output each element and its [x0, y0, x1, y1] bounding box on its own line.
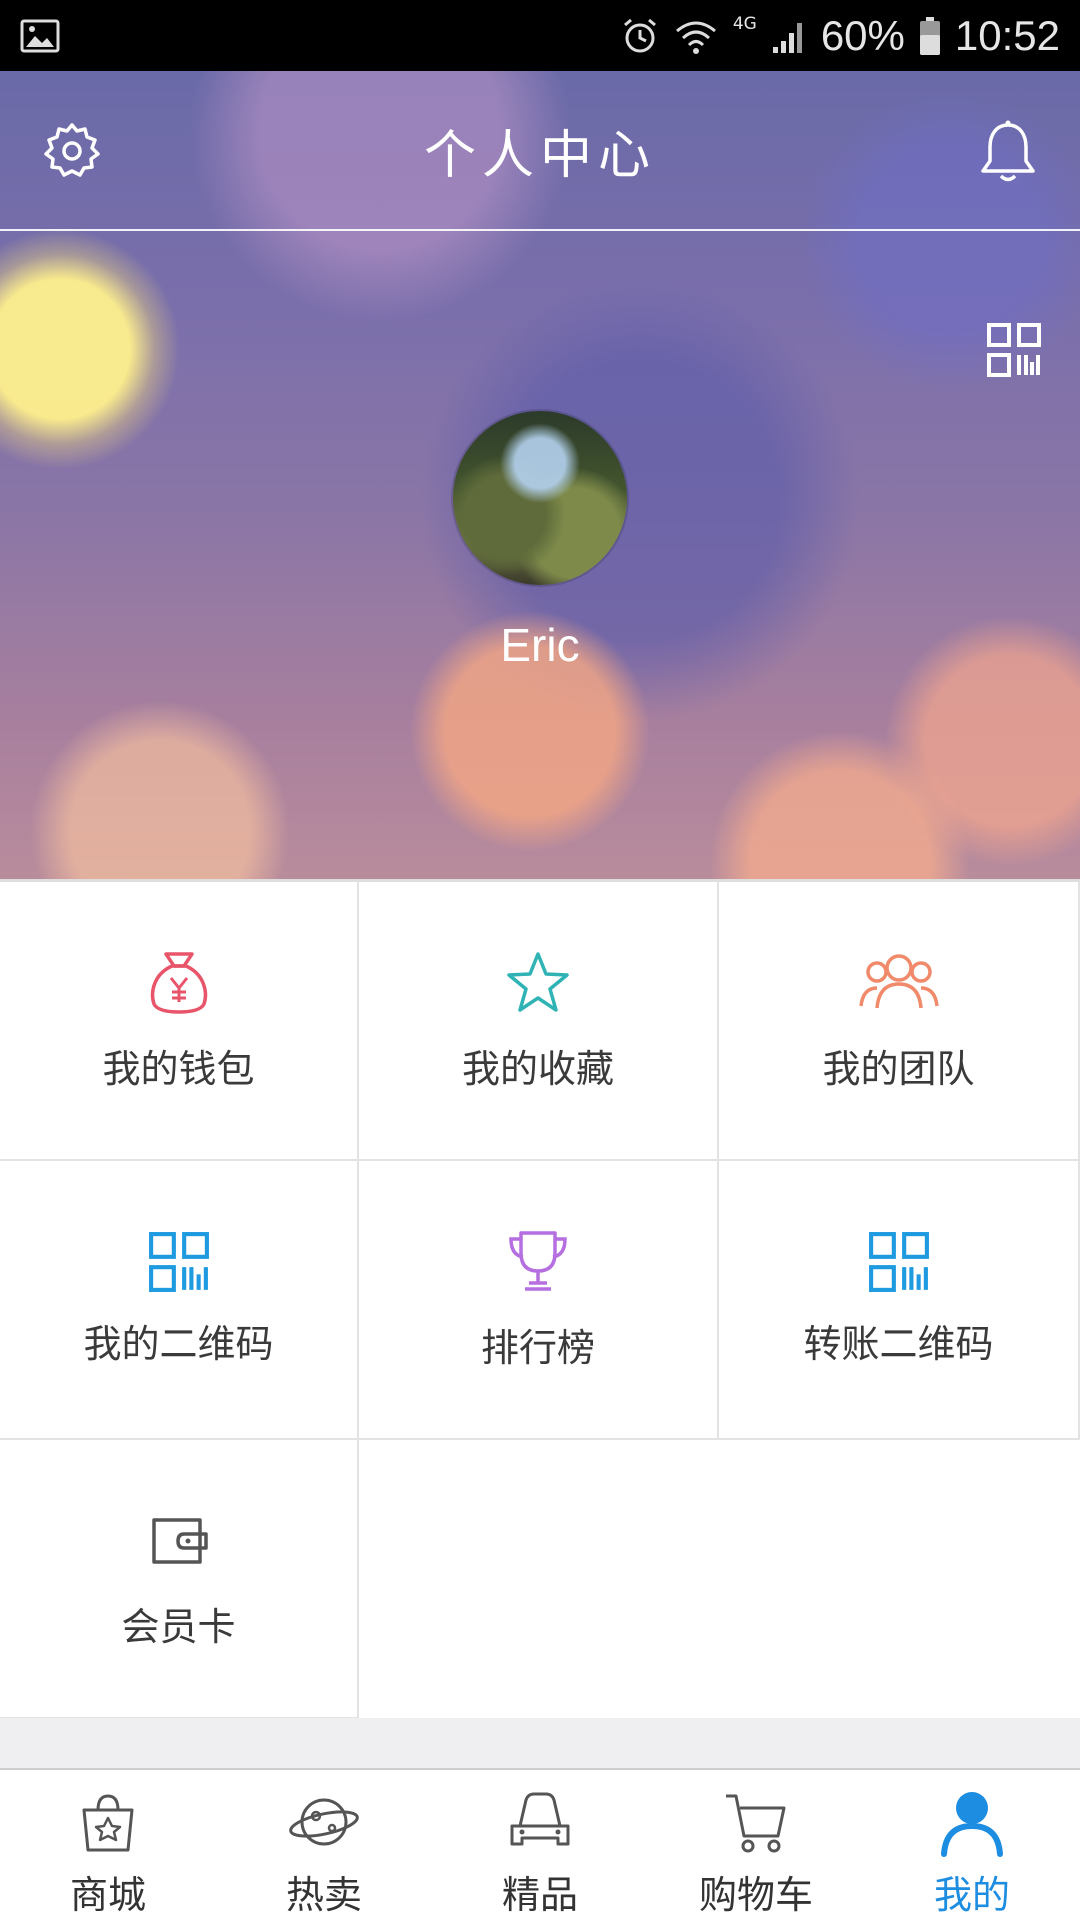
- planet-icon: [289, 1798, 359, 1846]
- money-bag-icon: [150, 952, 207, 1014]
- team-icon: [858, 954, 939, 1009]
- avatar[interactable]: [453, 411, 627, 585]
- menu-item-wallet[interactable]: 我的钱包: [0, 882, 359, 1161]
- bottom-tab-bar: 商城 热卖 精品 购物车 我的: [0, 1768, 1080, 1920]
- menu-item-membership-card[interactable]: 会员卡: [0, 1440, 359, 1719]
- menu-item-label: 排行榜: [480, 1326, 595, 1370]
- menu-grid: 我的钱包 我的收藏 我的团队 我的二维码 排行榜 转账二维码 会员卡: [0, 879, 1080, 1719]
- menu-empty-cell: [719, 1440, 1080, 1719]
- battery-icon: [919, 16, 940, 55]
- wallet-card-icon: [151, 1518, 208, 1564]
- wifi-icon: [675, 21, 716, 54]
- top-header: 个人中心: [0, 71, 1080, 231]
- status-bar: 4G 60% 10:52: [0, 0, 1080, 71]
- menu-item-team[interactable]: 我的团队: [719, 882, 1080, 1161]
- qr-code-icon[interactable]: [986, 322, 1042, 378]
- menu-empty-cell: [359, 1440, 719, 1719]
- menu-item-transfer-qr-code[interactable]: 转账二维码: [719, 1161, 1080, 1440]
- tab-label: 商城: [69, 1873, 146, 1917]
- menu-item-label: 我的团队: [822, 1047, 975, 1091]
- tab-label: 购物车: [698, 1873, 813, 1917]
- tab-hot-sale[interactable]: 热卖: [216, 1770, 432, 1920]
- notification-bell-icon[interactable]: [978, 119, 1038, 185]
- menu-item-label: 我的收藏: [461, 1047, 614, 1091]
- tab-label: 精品: [501, 1873, 578, 1917]
- page-title: 个人中心: [423, 125, 656, 186]
- settings-gear-icon[interactable]: [42, 121, 102, 181]
- menu-item-leaderboard[interactable]: 排行榜: [359, 1161, 719, 1440]
- username: Eric: [500, 619, 580, 671]
- menu-item-label: 我的二维码: [83, 1322, 274, 1366]
- signal-icon: [772, 22, 802, 53]
- gallery-notification-icon: [20, 19, 60, 52]
- tab-mine[interactable]: 我的: [864, 1770, 1080, 1920]
- alarm-icon: [623, 18, 656, 52]
- clock: 10:52: [954, 11, 1060, 59]
- tab-label: 热卖: [285, 1873, 362, 1917]
- qr-code-icon: [868, 1232, 929, 1292]
- qr-code-icon: [148, 1232, 209, 1292]
- star-icon: [507, 952, 569, 1012]
- menu-item-my-qr-code[interactable]: 我的二维码: [0, 1161, 359, 1440]
- cart-icon: [726, 1794, 786, 1853]
- menu-item-label: 转账二维码: [803, 1322, 994, 1366]
- car-icon: [510, 1792, 570, 1846]
- section-divider: [0, 1718, 1080, 1768]
- tab-premium[interactable]: 精品: [432, 1770, 648, 1920]
- tab-cart[interactable]: 购物车: [648, 1770, 864, 1920]
- shopping-bag-icon: [82, 1794, 134, 1852]
- network-type-label: 4G: [732, 13, 757, 34]
- tab-mall[interactable]: 商城: [0, 1770, 216, 1920]
- trophy-icon: [509, 1231, 567, 1291]
- user-icon: [941, 1792, 1003, 1857]
- battery-percentage: 60%: [820, 11, 905, 59]
- menu-item-label: 我的钱包: [102, 1047, 255, 1091]
- menu-item-favorites[interactable]: 我的收藏: [359, 882, 719, 1161]
- tab-label: 我的: [933, 1873, 1010, 1917]
- menu-item-label: 会员卡: [121, 1605, 236, 1649]
